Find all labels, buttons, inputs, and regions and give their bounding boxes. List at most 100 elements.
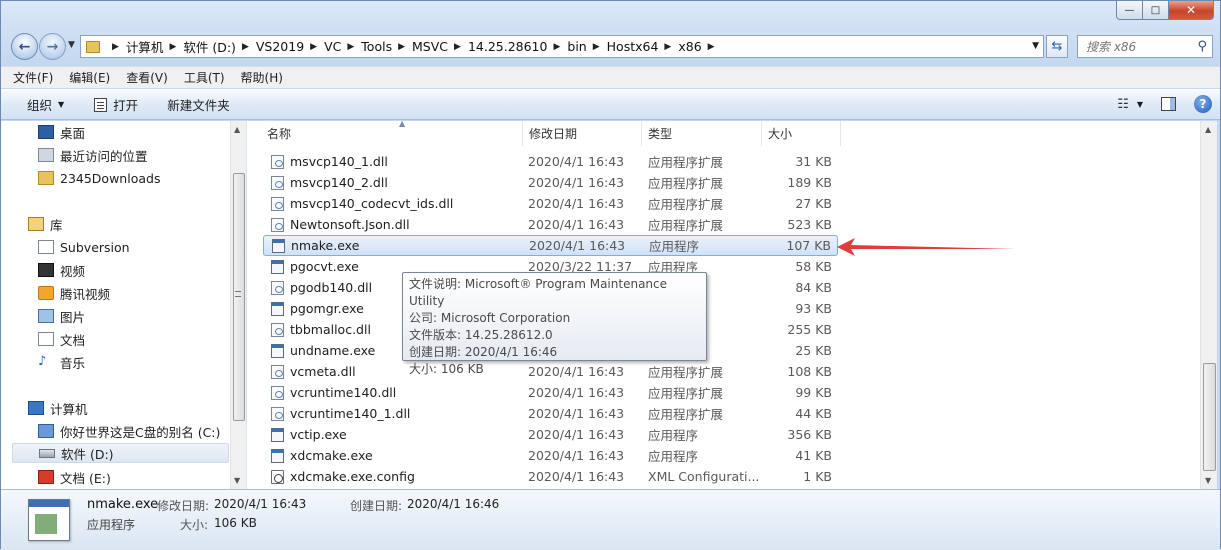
breadcrumb-vs2019[interactable]: VS2019	[256, 39, 304, 54]
documents-icon	[38, 332, 54, 346]
dll-file-icon	[271, 364, 284, 379]
refresh-button[interactable]: ⇆	[1046, 35, 1068, 58]
scroll-down-icon[interactable]: ▼	[234, 476, 240, 485]
nav-item-computer[interactable]: 计算机	[28, 398, 88, 418]
chevron-right-icon[interactable]: ▶	[454, 42, 461, 52]
chevron-right-icon[interactable]: ▶	[398, 42, 405, 52]
organize-button[interactable]: 组织 ▼	[27, 95, 64, 114]
nav-item-label: 库	[50, 217, 63, 233]
menu-tools[interactable]: 工具(T)	[184, 69, 225, 86]
column-header-type[interactable]: 类型	[642, 121, 762, 146]
menu-help[interactable]: 帮助(H)	[241, 69, 283, 86]
chevron-right-icon[interactable]: ▶	[242, 42, 249, 52]
scroll-up-icon[interactable]: ▲	[1205, 125, 1211, 134]
file-row[interactable]: vcruntime140_1.dll 2020/4/1 16:43 应用程序扩展 44…	[263, 403, 838, 424]
breadcrumb-hostx64[interactable]: Hostx64	[607, 39, 659, 54]
search-icon[interactable]: ⚲	[1197, 39, 1207, 54]
file-name-cell: xdcmake.exe	[271, 448, 373, 463]
details-created-label: 创建日期:	[350, 499, 403, 513]
nav-item-videos[interactable]: 视频	[38, 260, 85, 280]
scroll-down-icon[interactable]: ▼	[1205, 476, 1211, 485]
recent-pages-dropdown[interactable]: ▼	[68, 40, 75, 50]
help-icon[interactable]: ?	[1194, 95, 1212, 113]
breadcrumb-computer[interactable]: 计算机	[126, 37, 164, 56]
maximize-button[interactable]: □	[1142, 1, 1169, 20]
nav-item-recent[interactable]: 最近访问的位置	[38, 145, 148, 165]
nav-item-label: 桌面	[60, 125, 86, 141]
nav-item-pictures[interactable]: 图片	[38, 306, 85, 326]
breadcrumb-vc[interactable]: VC	[324, 39, 341, 54]
nav-item-desktop[interactable]: 桌面	[38, 122, 85, 142]
open-button[interactable]: 打开	[94, 95, 138, 114]
nav-item-libraries[interactable]: 库	[28, 214, 63, 234]
file-row[interactable]: Newtonsoft.Json.dll 2020/4/1 16:43 应用程序扩展 5…	[263, 214, 838, 235]
file-name-cell: xdcmake.exe.config	[271, 469, 415, 484]
address-history-dropdown[interactable]: ▼	[1032, 41, 1039, 51]
view-details-icon[interactable]: ☷	[1117, 97, 1129, 112]
nav-item-music[interactable]: ♪ 音乐	[38, 352, 85, 372]
minimize-button[interactable]: —	[1116, 1, 1143, 20]
file-list-pane: ▲ 名称 修改日期 类型 大小 msvcp140_1.dll 2020/4/1 1…	[246, 121, 1201, 489]
file-row[interactable]: vctip.exe 2020/4/1 16:43 应用程序 356 KB	[263, 424, 838, 445]
close-button[interactable]: ✕	[1168, 1, 1214, 20]
chevron-right-icon[interactable]: ▶	[112, 42, 119, 52]
nav-item-tencent-video[interactable]: 腾讯视频	[38, 283, 110, 303]
file-row[interactable]: msvcp140_codecvt_ids.dll 2020/4/1 16:43 应用…	[263, 193, 838, 214]
breadcrumb-msvc[interactable]: MSVC	[412, 39, 448, 54]
menu-view[interactable]: 查看(V)	[126, 69, 168, 86]
drive-e-icon	[38, 470, 54, 484]
file-list-scrollbar[interactable]: ▲ ▼	[1200, 121, 1217, 489]
file-row[interactable]: msvcp140_1.dll 2020/4/1 16:43 应用程序扩展 31 KB	[263, 151, 838, 172]
address-bar[interactable]: ▶ 计算机 ▶ 软件 (D:) ▶ VS2019 ▶ VC ▶ Tools ▶ …	[80, 35, 1044, 58]
chevron-right-icon[interactable]: ▶	[347, 42, 354, 52]
file-date: 2020/4/1 16:43	[528, 406, 625, 421]
chevron-right-icon[interactable]: ▶	[169, 42, 176, 52]
folder-icon	[38, 171, 54, 185]
forward-button[interactable]: →	[39, 33, 66, 60]
pictures-icon	[38, 309, 54, 323]
chevron-right-icon[interactable]: ▶	[708, 42, 715, 52]
scrollbar-thumb[interactable]	[1203, 363, 1216, 471]
nav-item-downloads[interactable]: 2345Downloads	[38, 168, 160, 188]
search-input[interactable]	[1084, 38, 1194, 55]
scrollbar-thumb[interactable]	[233, 173, 245, 421]
file-name-cell: pgocvt.exe	[271, 259, 359, 274]
column-header-name[interactable]: ▲ 名称	[261, 121, 523, 146]
menu-file[interactable]: 文件(F)	[13, 69, 53, 86]
nav-item-drive-e[interactable]: 文档 (E:)	[38, 467, 111, 487]
nav-item-drive-d[interactable]: 软件 (D:)	[12, 443, 229, 463]
chevron-right-icon[interactable]: ▶	[664, 42, 671, 52]
menu-edit[interactable]: 编辑(E)	[69, 69, 110, 86]
dll-file-icon	[271, 175, 284, 190]
column-header-date[interactable]: 修改日期	[523, 121, 642, 146]
file-row[interactable]: vcruntime140.dll 2020/4/1 16:43 应用程序扩展 99 K…	[263, 382, 838, 403]
nav-item-subversion[interactable]: Subversion	[38, 237, 130, 257]
dll-file-icon	[271, 217, 284, 232]
file-row[interactable]: msvcp140_2.dll 2020/4/1 16:43 应用程序扩展 189 KB	[263, 172, 838, 193]
preview-pane-icon[interactable]	[1161, 97, 1176, 111]
chevron-right-icon[interactable]: ▶	[593, 42, 600, 52]
breadcrumb-tools[interactable]: Tools	[361, 39, 392, 54]
new-folder-button[interactable]: 新建文件夹	[167, 95, 230, 114]
nav-item-documents[interactable]: 文档	[38, 329, 85, 349]
back-button[interactable]: ←	[11, 33, 38, 60]
file-row[interactable]: xdcmake.exe 2020/4/1 16:43 应用程序 41 KB	[263, 445, 838, 466]
navigation-scrollbar[interactable]: ▲ ▼	[230, 121, 246, 489]
scroll-up-icon[interactable]: ▲	[234, 125, 240, 134]
chevron-down-icon[interactable]: ▼	[1137, 100, 1143, 109]
search-box: ⚲	[1077, 35, 1213, 58]
breadcrumb-drive-d[interactable]: 软件 (D:)	[183, 37, 236, 56]
exe-file-icon	[271, 259, 284, 274]
file-info-tooltip: 文件说明: Microsoft® Program Maintenance Uti…	[402, 272, 707, 376]
breadcrumb-bin[interactable]: bin	[567, 39, 586, 54]
chevron-right-icon[interactable]: ▶	[553, 42, 560, 52]
chevron-right-icon[interactable]: ▶	[310, 42, 317, 52]
column-header-size[interactable]: 大小	[762, 121, 841, 146]
tooltip-description: 文件说明: Microsoft® Program Maintenance Uti…	[409, 277, 668, 308]
breadcrumb-x86[interactable]: x86	[678, 39, 701, 54]
nav-item-drive-c[interactable]: 你好世界这是C盘的别名 (C:)	[38, 421, 220, 441]
file-row[interactable]: xdcmake.exe.config 2020/4/1 16:43 XML Conf…	[263, 466, 838, 487]
details-modified-label: 修改日期:	[157, 499, 210, 513]
file-row[interactable]: nmake.exe 2020/4/1 16:43 应用程序 107 KB	[263, 235, 838, 256]
breadcrumb-version[interactable]: 14.25.28610	[468, 39, 548, 54]
